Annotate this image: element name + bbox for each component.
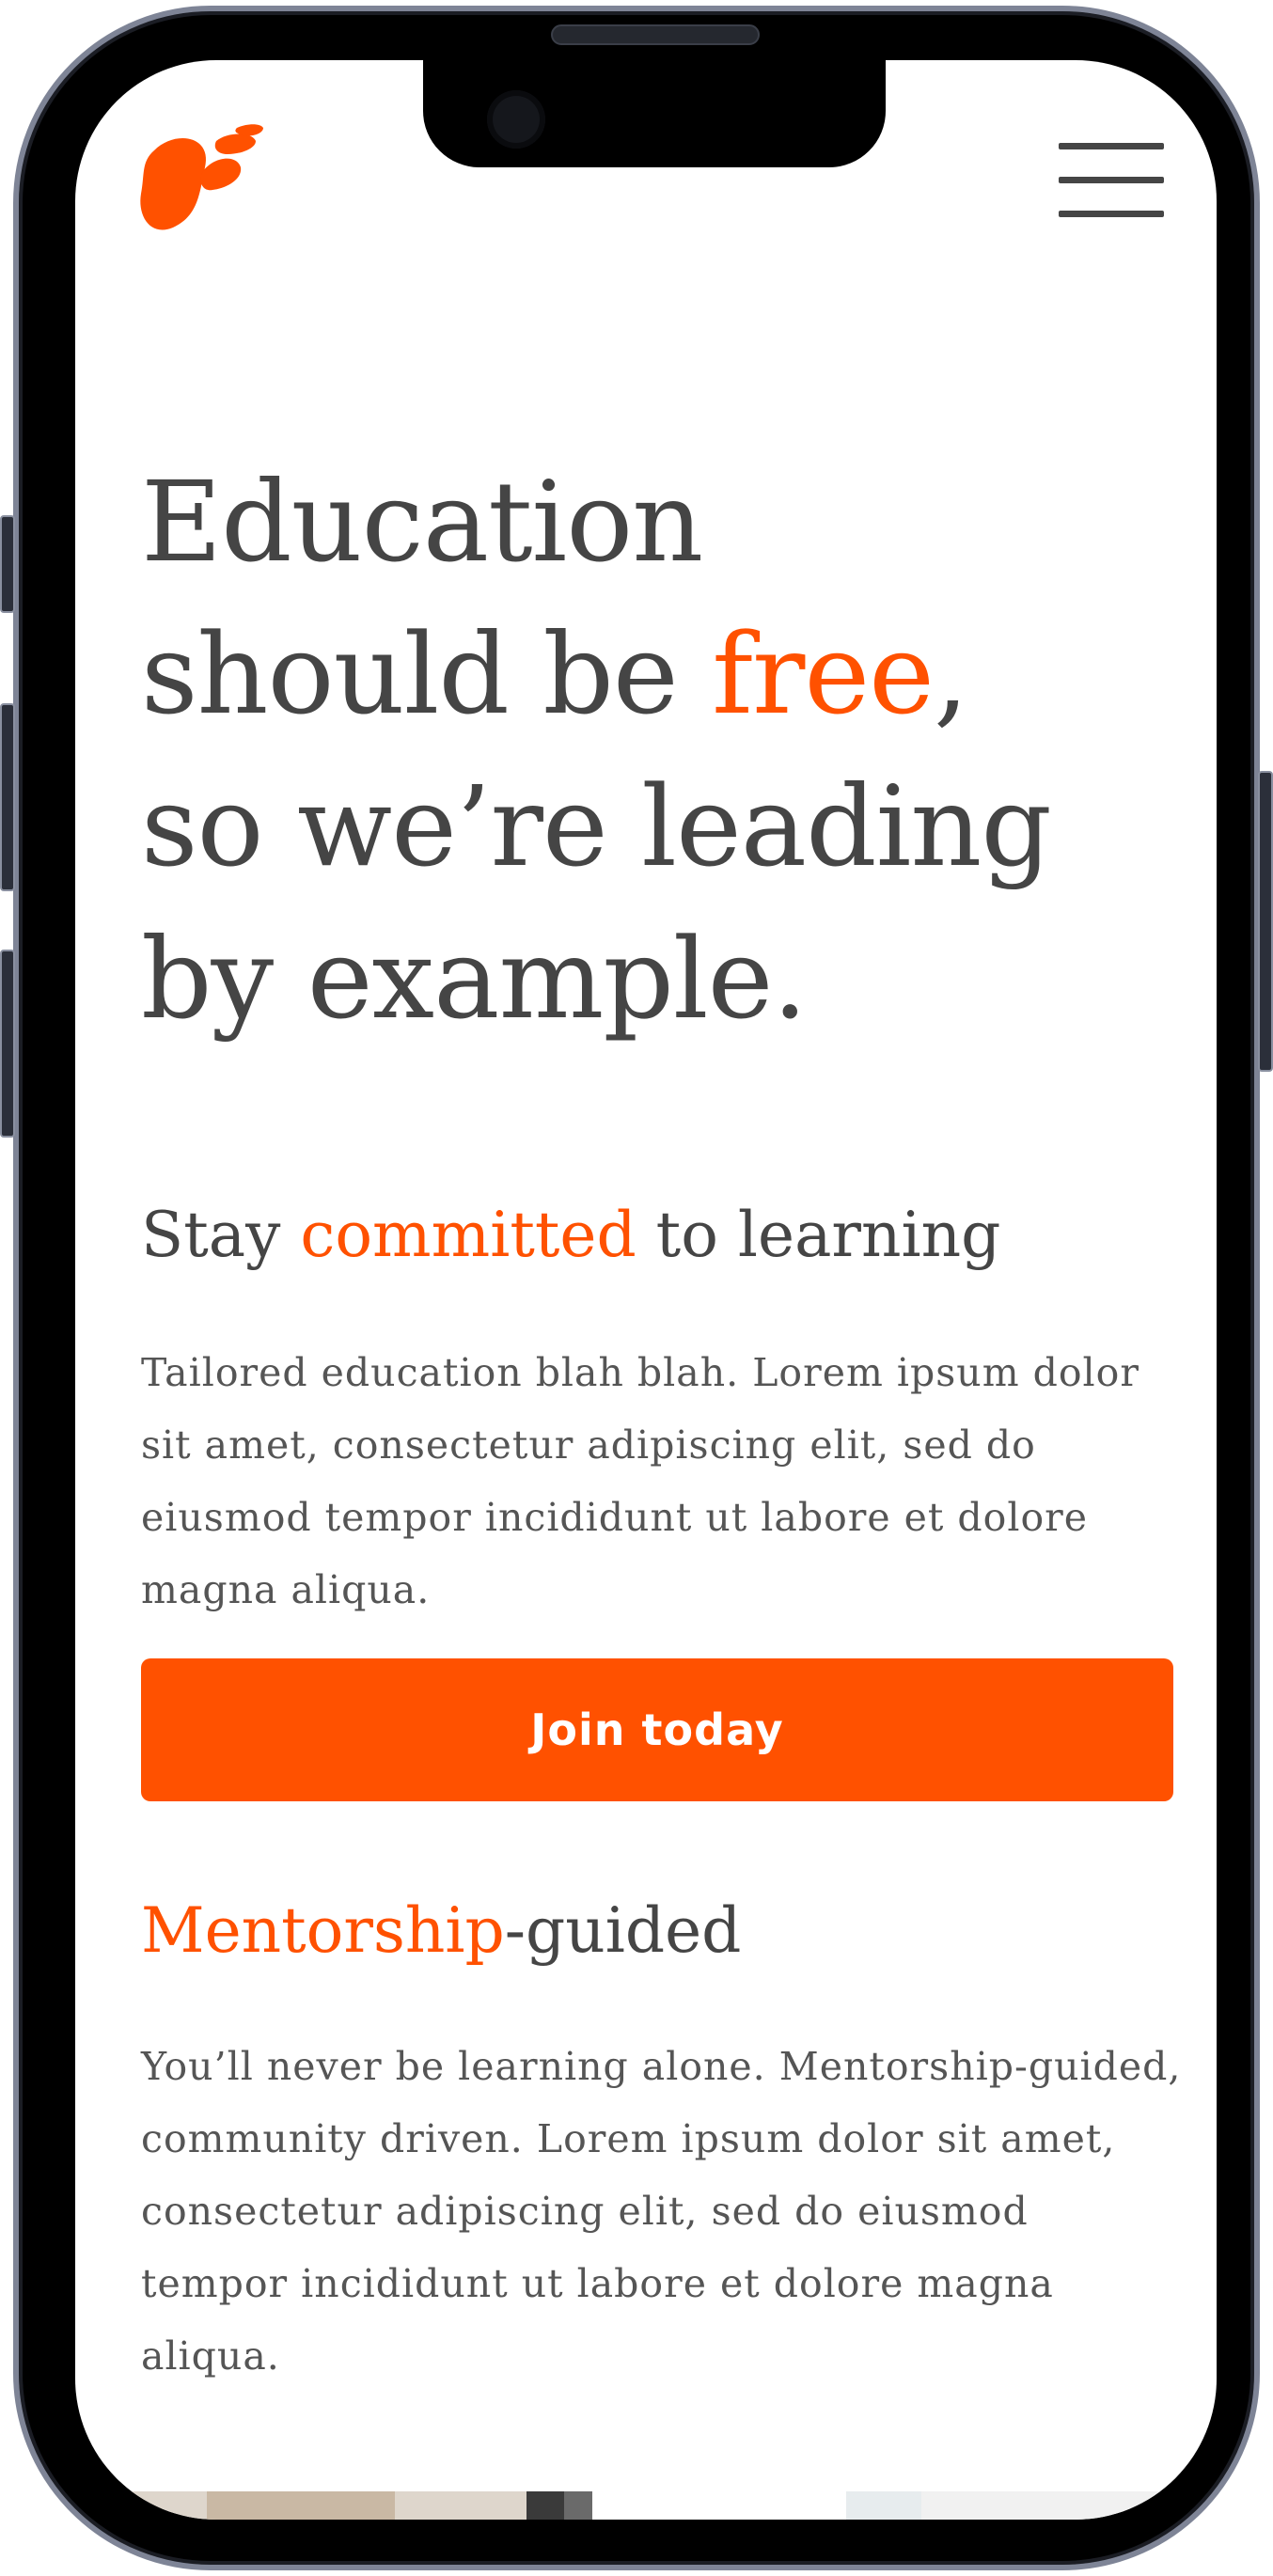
commitment-accent-word: committed <box>300 1199 636 1271</box>
hero-headline: Education should be free, so we’re leadi… <box>141 446 1185 1055</box>
commitment-title: Stay committed to learning <box>141 1199 1001 1271</box>
menu-line <box>1059 211 1164 217</box>
hero-line-4: by example. <box>141 914 808 1044</box>
commitment-description: Tailored education blah blah. Lorem ipsu… <box>141 1350 1139 1612</box>
menu-line <box>1059 177 1164 183</box>
volume-down-button <box>0 950 15 1138</box>
earpiece-speaker <box>551 24 760 45</box>
phone-frame: Education should be free, so we’re leadi… <box>13 6 1260 2570</box>
notch <box>423 60 886 167</box>
bottom-image-preview <box>75 2491 1217 2520</box>
hamburger-menu-icon[interactable] <box>1059 143 1164 218</box>
volume-up-button <box>0 703 15 891</box>
power-button <box>1258 771 1273 1072</box>
join-today-button[interactable]: Join today <box>141 1658 1173 1801</box>
mentorship-description: You’ll never be learning alone. Mentorsh… <box>141 2044 1182 2379</box>
mentorship-title: Mentorship-guided <box>141 1894 742 1967</box>
front-camera <box>487 90 545 149</box>
hero-line-2: should be free, <box>141 609 969 739</box>
menu-line <box>1059 143 1164 149</box>
mute-switch <box>0 515 15 613</box>
hero-accent-word: free <box>712 609 935 739</box>
hero-line-1: Education <box>141 457 703 587</box>
mobile-screen: Education should be free, so we’re leadi… <box>75 60 1217 2520</box>
mentorship-accent-word: Mentorship <box>141 1894 505 1967</box>
brand-logo-icon[interactable] <box>137 122 269 244</box>
hero-line-3: so we’re leading <box>141 762 1052 891</box>
